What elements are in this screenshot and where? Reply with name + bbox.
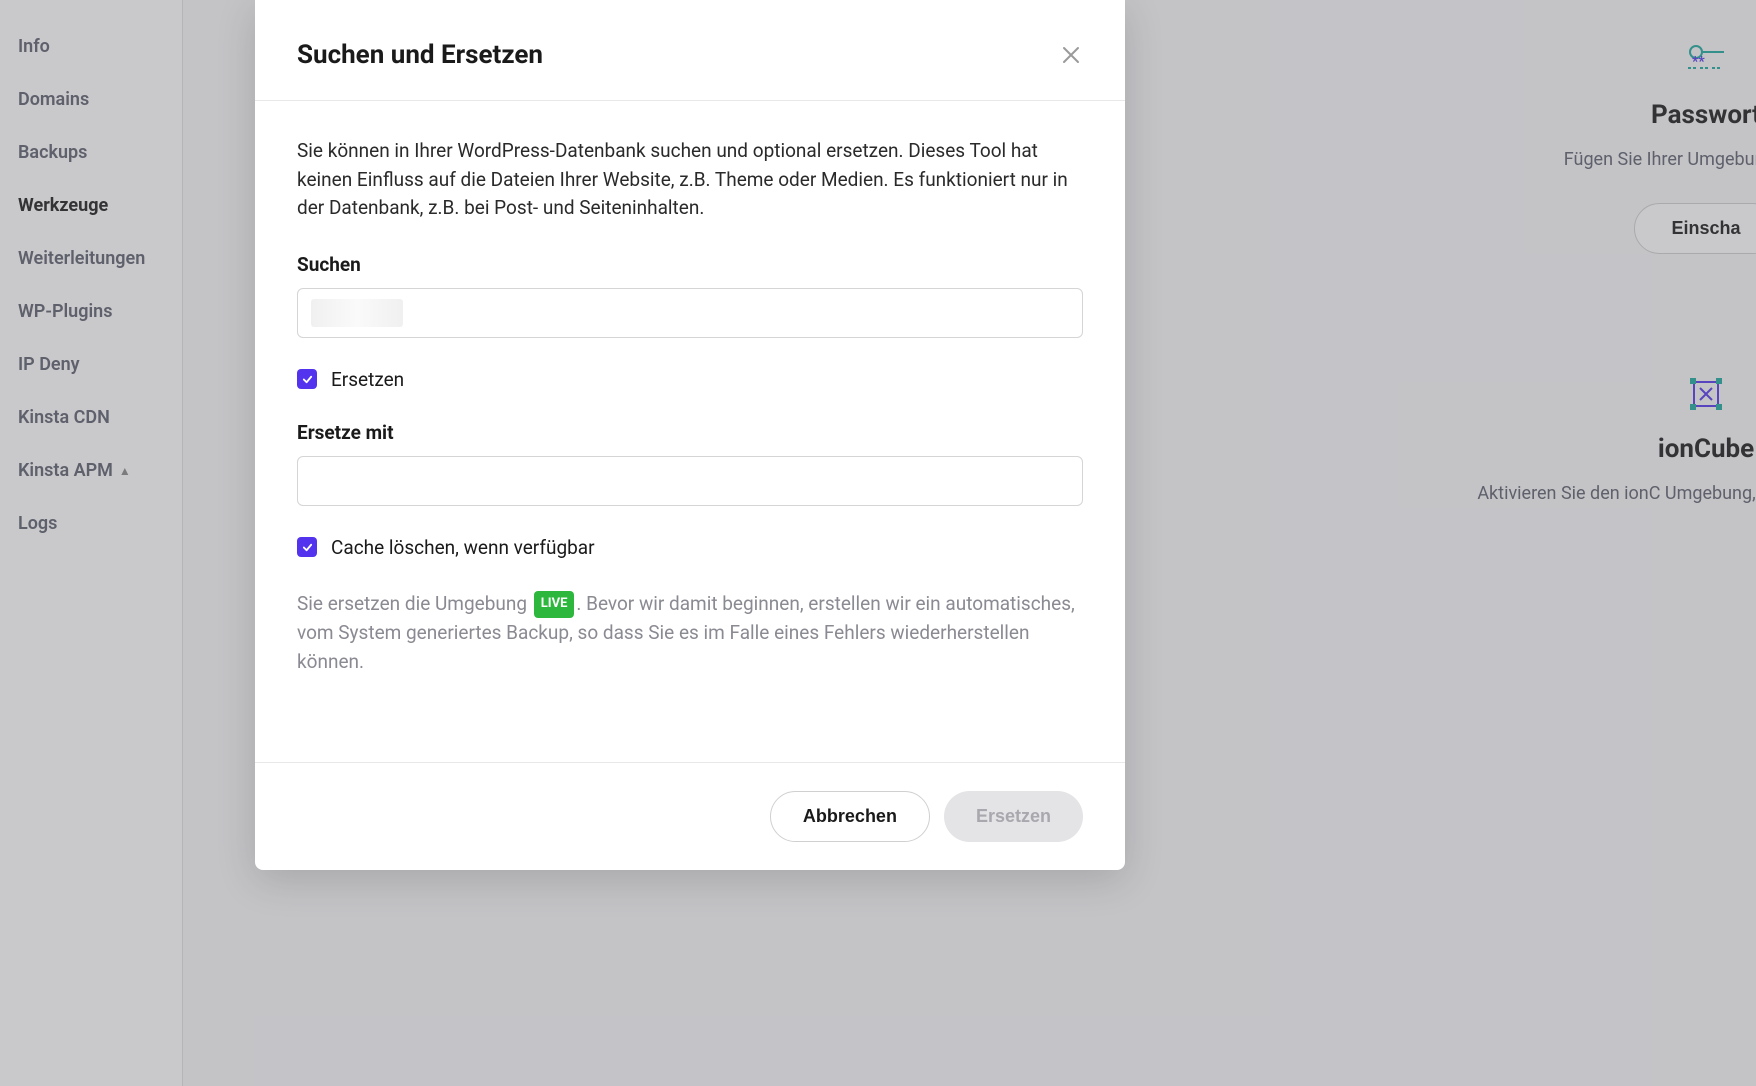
modal-header: Suchen und Ersetzen xyxy=(255,0,1125,101)
replace-with-input[interactable] xyxy=(297,456,1083,506)
replace-checkbox[interactable] xyxy=(297,369,317,389)
info-prefix: Sie ersetzen die Umgebung xyxy=(297,592,532,615)
redacted-content xyxy=(311,299,403,327)
search-replace-modal: Suchen und Ersetzen Sie können in Ihrer … xyxy=(255,0,1125,870)
clear-cache-checkbox-label: Cache löschen, wenn verfügbar xyxy=(331,536,595,559)
replace-with-label: Ersetze mit xyxy=(297,421,1083,444)
search-label: Suchen xyxy=(297,253,1083,276)
check-icon xyxy=(302,374,313,385)
replace-checkbox-row: Ersetzen xyxy=(297,368,1083,391)
modal-body: Sie können in Ihrer WordPress-Datenbank … xyxy=(255,101,1125,762)
cancel-button[interactable]: Abbrechen xyxy=(770,791,930,842)
search-input[interactable] xyxy=(297,288,1083,338)
modal-description: Sie können in Ihrer WordPress-Datenbank … xyxy=(297,137,1083,223)
clear-cache-checkbox[interactable] xyxy=(297,537,317,557)
check-icon xyxy=(302,542,313,553)
clear-cache-checkbox-row: Cache löschen, wenn verfügbar xyxy=(297,536,1083,559)
modal-footer: Abbrechen Ersetzen xyxy=(255,762,1125,870)
modal-title: Suchen und Ersetzen xyxy=(297,40,543,70)
submit-button[interactable]: Ersetzen xyxy=(944,791,1083,842)
modal-close-button[interactable] xyxy=(1059,43,1083,67)
live-badge: LIVE xyxy=(534,591,575,617)
environment-info-text: Sie ersetzen die Umgebung LIVE. Bevor wi… xyxy=(297,589,1083,677)
close-icon xyxy=(1062,46,1080,64)
replace-checkbox-label: Ersetzen xyxy=(331,368,404,391)
